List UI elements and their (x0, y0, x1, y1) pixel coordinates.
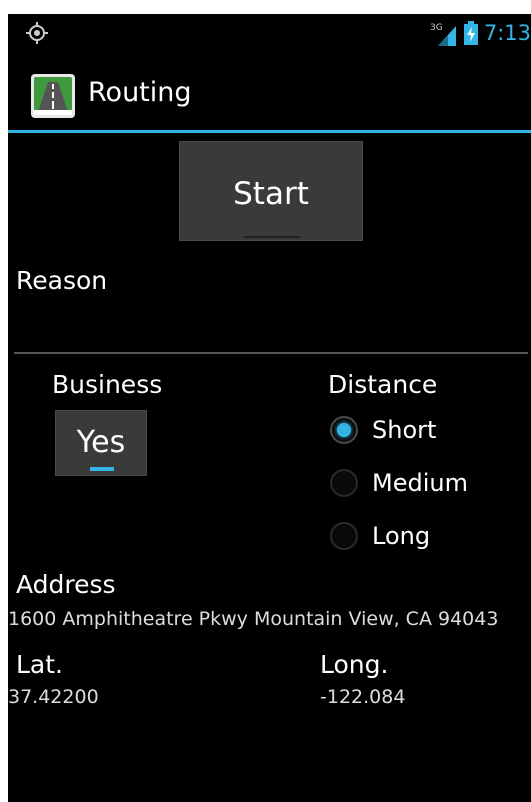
radio-medium[interactable]: Medium (330, 469, 468, 497)
radio-unchecked-icon (330, 469, 358, 497)
latitude-value: 37.42200 (8, 686, 99, 708)
signal-icon: 3G (430, 23, 456, 46)
business-toggle[interactable]: Yes (55, 410, 147, 476)
radio-unchecked-icon (330, 522, 358, 550)
reason-input[interactable] (14, 314, 528, 354)
address-label: Address (16, 570, 116, 599)
reason-label: Reason (16, 266, 108, 295)
highway-icon[interactable] (31, 74, 75, 118)
button-divider (244, 236, 300, 238)
action-bar: Routing (8, 52, 531, 133)
address-value: 1600 Amphitheatre Pkwy Mountain View, CA… (8, 608, 499, 630)
start-button[interactable]: Start (179, 141, 363, 241)
distance-label: Distance (328, 370, 438, 399)
toggle-indicator (90, 467, 114, 471)
longitude-value: -122.084 (320, 686, 406, 708)
business-label: Business (52, 370, 163, 399)
longitude-label: Long. (320, 650, 389, 679)
status-clock: 7:13 (483, 21, 531, 45)
radio-short[interactable]: Short (330, 416, 436, 444)
business-toggle-label: Yes (76, 425, 126, 460)
app-screen: 3G 7:13 Routing Start Reason Business Ye… (8, 14, 531, 802)
radio-label: Medium (372, 469, 468, 497)
network-type: 3G (430, 23, 443, 33)
radio-long[interactable]: Long (330, 522, 430, 550)
radio-label: Short (372, 416, 437, 444)
location-icon (26, 22, 48, 44)
battery-charging-icon (463, 21, 478, 45)
start-button-label: Start (233, 176, 309, 212)
status-bar: 3G 7:13 (8, 14, 531, 52)
status-icons: 3G 7:13 (430, 18, 531, 48)
app-title: Routing (88, 77, 192, 108)
radio-label: Long (372, 522, 431, 550)
radio-checked-icon (330, 416, 358, 444)
latitude-label: Lat. (16, 650, 63, 679)
